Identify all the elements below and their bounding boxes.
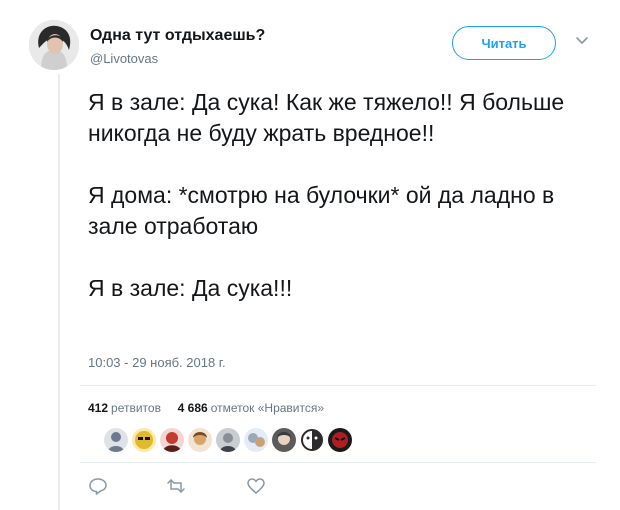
divider (80, 462, 596, 463)
liker-avatar-icon[interactable] (272, 428, 296, 452)
retweets-stat[interactable]: 412 ретвитов (88, 401, 161, 415)
user-handle[interactable]: @Livotovas (90, 51, 158, 66)
tweet-paragraph: Я в зале: Да сука!!! (88, 275, 293, 301)
liker-avatar-icon[interactable] (188, 428, 212, 452)
retweet-icon[interactable] (166, 476, 186, 496)
liker-avatar-icon[interactable] (216, 428, 240, 452)
display-name[interactable]: Одна тут отдыхаешь? (90, 27, 265, 45)
tweet-paragraph: Я дома: *смотрю на булочки* ой да ладно … (88, 182, 555, 239)
likes-stat[interactable]: 4 686 отметок «Нравится» (178, 401, 324, 415)
likers-list (104, 428, 352, 454)
liker-avatar-icon[interactable] (132, 428, 156, 452)
liker-avatar-icon[interactable] (244, 428, 268, 452)
retweets-label: ретвитов (111, 401, 161, 415)
chevron-down-icon[interactable] (574, 32, 590, 48)
user-avatar-icon[interactable] (29, 20, 79, 70)
retweets-count: 412 (88, 401, 109, 415)
reply-icon[interactable] (88, 476, 108, 496)
tweet-stats: 412 ретвитов 4 686 отметок «Нравится» (88, 401, 324, 415)
tweet-text: Я в зале: Да сука! Как же тяжело!! Я бол… (88, 87, 588, 304)
like-icon[interactable] (246, 476, 266, 496)
liker-avatar-icon[interactable] (104, 428, 128, 452)
liker-avatar-icon[interactable] (300, 428, 324, 452)
liker-avatar-icon[interactable] (328, 428, 352, 452)
follow-button[interactable]: Читать (452, 26, 556, 60)
likes-label: отметок «Нравится» (210, 401, 325, 415)
tweet-timestamp[interactable]: 10:03 - 29 нояб. 2018 г. (88, 355, 226, 370)
tweet-paragraph: Я в зале: Да сука! Как же тяжело!! Я бол… (88, 89, 565, 146)
divider (80, 385, 596, 386)
thread-line (58, 74, 60, 510)
tweet-header: Одна тут отдыхаешь? @Livotovas Читать (29, 20, 599, 74)
liker-avatar-icon[interactable] (160, 428, 184, 452)
likes-count: 4 686 (177, 401, 208, 415)
